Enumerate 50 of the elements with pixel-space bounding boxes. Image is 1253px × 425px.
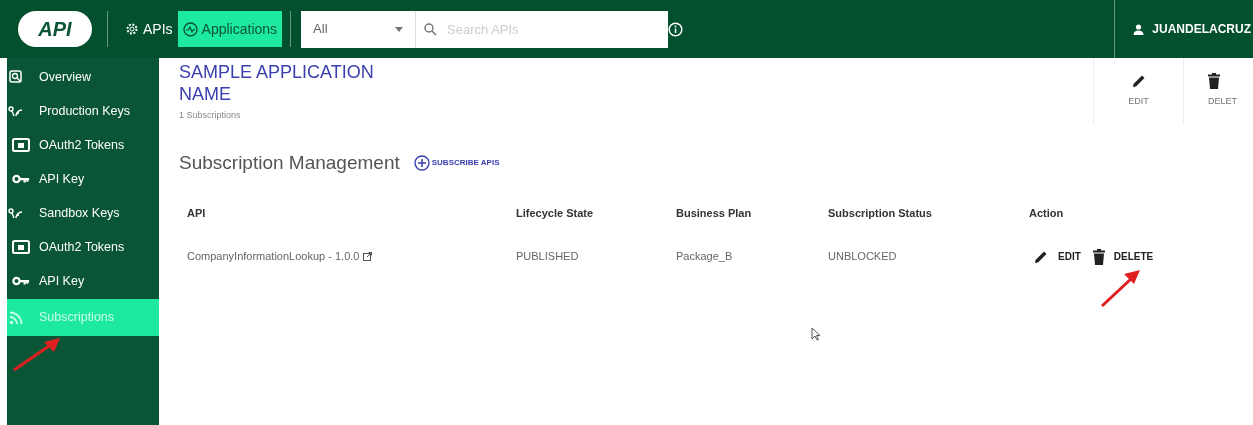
info-icon[interactable] — [668, 21, 684, 37]
sidebar-item[interactable]: API Key — [7, 162, 159, 196]
sidebar-item[interactable]: Production Keys — [7, 94, 159, 128]
table-cell-text: CompanyInformationLookup - 1.0.0 — [187, 249, 360, 265]
trash-icon — [1092, 248, 1105, 265]
search-icon — [9, 70, 23, 84]
sidebar-item[interactable]: OAuth2 Tokens — [7, 128, 159, 162]
annotation-arrow — [12, 336, 62, 372]
rss-icon — [9, 310, 23, 325]
sidebar-item[interactable]: Sandbox Keys — [7, 196, 159, 230]
annotation-arrow — [1100, 268, 1142, 308]
column-header: Subscription Status — [828, 206, 933, 222]
key-signal-icon — [8, 105, 24, 117]
activity-icon — [182, 21, 198, 37]
lock-box-icon — [12, 240, 30, 254]
gear-icon — [125, 22, 139, 36]
mouse-cursor-icon — [811, 327, 821, 341]
subscription-count: 1 Subscriptions — [179, 109, 242, 122]
nav-tab[interactable]: Applications — [177, 11, 283, 47]
key-signal-icon — [8, 207, 24, 219]
sidebar-item[interactable]: API Key — [7, 264, 159, 298]
logo[interactable]: API — [18, 11, 92, 47]
caret-icon — [395, 26, 404, 32]
column-header: Business Plan — [676, 206, 753, 222]
sidebar-item[interactable]: OAuth2 Tokens — [7, 230, 159, 264]
section-title: Subscription Management — [179, 151, 400, 175]
nav-tab[interactable]: APIs — [120, 11, 178, 47]
pencil-icon — [1130, 73, 1147, 90]
table-cell: UNBLOCKED — [828, 250, 897, 263]
filter-dropdown[interactable]: All — [301, 10, 417, 48]
trash-icon — [1208, 73, 1220, 90]
key-icon — [12, 276, 30, 286]
header-action-button[interactable]: EDIT — [1093, 58, 1183, 124]
subscribe-apis-button[interactable]: SUBSCRIBE APIS — [413, 155, 500, 172]
header-action-button[interactable]: DELET — [1183, 58, 1253, 124]
table-cell: Package_B — [676, 250, 733, 263]
column-header: Action — [1029, 206, 1065, 222]
column-header: API — [187, 206, 207, 222]
plus-circle-icon — [413, 155, 430, 172]
table-cell: PUBLISHED — [516, 250, 579, 263]
row-action-button[interactable]: DELETE — [1092, 248, 1154, 265]
lock-box-icon — [12, 138, 30, 152]
row-action-button[interactable]: EDIT — [1033, 248, 1081, 265]
key-icon — [12, 174, 30, 184]
user-menu[interactable]: JUANDELACRUZ — [1115, 0, 1253, 58]
external-link-icon[interactable] — [363, 252, 373, 261]
column-header: Lifecycle State — [516, 206, 595, 222]
application-title: SAMPLE APPLICATION NAME — [179, 61, 375, 105]
sidebar-item[interactable]: Overview — [7, 60, 159, 94]
user-icon — [1133, 23, 1145, 35]
